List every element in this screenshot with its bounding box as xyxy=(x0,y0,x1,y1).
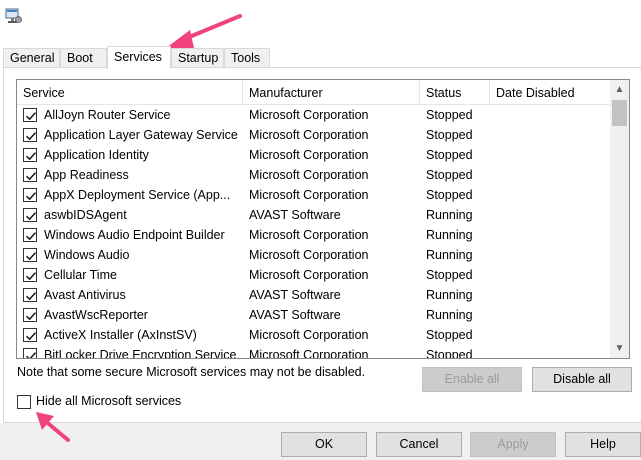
service-manufacturer: Microsoft Corporation xyxy=(249,188,369,202)
column-header-manufacturer[interactable]: Manufacturer xyxy=(243,80,420,105)
service-rows: AllJoyn Router Service Microsoft Corporat… xyxy=(17,105,610,359)
service-status: Running xyxy=(426,288,473,302)
service-manufacturer: Microsoft Corporation xyxy=(249,128,369,142)
cancel-button[interactable]: Cancel xyxy=(376,432,462,457)
service-manufacturer: Microsoft Corporation xyxy=(249,348,369,359)
service-status: Stopped xyxy=(426,168,473,182)
service-checkbox[interactable] xyxy=(23,328,37,342)
service-name: Application Identity xyxy=(44,148,149,162)
vertical-scrollbar[interactable]: ▲ ▼ xyxy=(610,80,629,358)
service-name: AppX Deployment Service (App... xyxy=(44,188,231,202)
service-row[interactable]: Cellular Time Microsoft Corporation Stoppe… xyxy=(17,265,610,285)
service-status: Running xyxy=(426,208,473,222)
scrollbar-thumb[interactable] xyxy=(612,100,627,126)
service-row[interactable]: Windows Audio Endpoint Builder Microsoft … xyxy=(17,225,610,245)
service-row[interactable]: Windows Audio Microsoft Corporation Runnin… xyxy=(17,245,610,265)
list-header: Service Manufacturer Status Date Disable… xyxy=(17,80,610,105)
tab-general[interactable]: General xyxy=(3,48,60,68)
services-list[interactable]: Service Manufacturer Status Date Disable… xyxy=(16,79,630,359)
chevron-down-icon[interactable]: ▼ xyxy=(610,339,629,358)
service-manufacturer: AVAST Software xyxy=(249,308,341,322)
enable-all-button[interactable]: Enable all xyxy=(422,367,522,392)
service-checkbox[interactable] xyxy=(23,248,37,262)
service-checkbox[interactable] xyxy=(23,148,37,162)
service-checkbox[interactable] xyxy=(23,308,37,322)
tab-boot[interactable]: Boot xyxy=(60,48,107,68)
service-name: Windows Audio xyxy=(44,248,130,262)
service-manufacturer: AVAST Software xyxy=(249,288,341,302)
column-header-service[interactable]: Service xyxy=(17,80,243,105)
secure-services-note: Note that some secure Microsoft services… xyxy=(17,365,366,379)
service-manufacturer: Microsoft Corporation xyxy=(249,148,369,162)
service-status: Stopped xyxy=(426,328,473,342)
tab-services[interactable]: Services xyxy=(107,46,171,69)
service-name: AllJoyn Router Service xyxy=(44,108,171,122)
help-button[interactable]: Help xyxy=(565,432,641,457)
arrow-annotation-icon xyxy=(166,14,242,48)
hide-microsoft-services-label: Hide all Microsoft services xyxy=(36,394,182,408)
service-name: AvastWscReporter xyxy=(44,308,148,322)
service-checkbox[interactable] xyxy=(23,168,37,182)
service-checkbox[interactable] xyxy=(23,268,37,282)
service-checkbox[interactable] xyxy=(23,128,37,142)
service-checkbox[interactable] xyxy=(23,188,37,202)
service-checkbox[interactable] xyxy=(23,228,37,242)
service-checkbox[interactable] xyxy=(23,108,37,122)
service-status: Running xyxy=(426,228,473,242)
service-name: Windows Audio Endpoint Builder xyxy=(44,228,225,242)
chevron-up-icon[interactable]: ▲ xyxy=(610,80,629,99)
arrow-annotation-icon xyxy=(36,412,70,442)
dialog-footer: OK Cancel Apply Help xyxy=(0,423,641,460)
service-row[interactable]: ActiveX Installer (AxInstSV) Microsoft Co… xyxy=(17,325,610,345)
title-bar xyxy=(0,0,641,38)
service-checkbox[interactable] xyxy=(23,208,37,222)
service-name: Cellular Time xyxy=(44,268,117,282)
ok-button[interactable]: OK xyxy=(281,432,367,457)
system-configuration-icon xyxy=(5,8,22,23)
service-status: Stopped xyxy=(426,128,473,142)
service-manufacturer: Microsoft Corporation xyxy=(249,108,369,122)
apply-button[interactable]: Apply xyxy=(470,432,556,457)
service-name: BitLocker Drive Encryption Service xyxy=(44,348,237,359)
service-row[interactable]: Application Layer Gateway Service Microso… xyxy=(17,125,610,145)
service-manufacturer: Microsoft Corporation xyxy=(249,228,369,242)
service-manufacturer: AVAST Software xyxy=(249,208,341,222)
service-manufacturer: Microsoft Corporation xyxy=(249,248,369,262)
service-name: ActiveX Installer (AxInstSV) xyxy=(44,328,197,342)
service-checkbox[interactable] xyxy=(23,348,37,358)
service-status: Stopped xyxy=(426,348,473,359)
column-header-status[interactable]: Status xyxy=(420,80,490,105)
service-name: aswbIDSAgent xyxy=(44,208,127,222)
service-row[interactable]: AppX Deployment Service (App... Microsoft… xyxy=(17,185,610,205)
service-status: Stopped xyxy=(426,188,473,202)
service-status: Running xyxy=(426,248,473,262)
service-status: Stopped xyxy=(426,148,473,162)
service-row[interactable]: App Readiness Microsoft Corporation Stoppe… xyxy=(17,165,610,185)
service-checkbox[interactable] xyxy=(23,288,37,302)
service-manufacturer: Microsoft Corporation xyxy=(249,268,369,282)
service-status: Stopped xyxy=(426,268,473,282)
service-row[interactable]: AllJoyn Router Service Microsoft Corporat… xyxy=(17,105,610,125)
service-manufacturer: Microsoft Corporation xyxy=(249,328,369,342)
service-row[interactable]: Application Identity Microsoft Corporatio… xyxy=(17,145,610,165)
column-header-date-disabled[interactable]: Date Disabled xyxy=(490,80,610,105)
disable-all-button[interactable]: Disable all xyxy=(532,367,632,392)
service-name: App Readiness xyxy=(44,168,129,182)
service-row[interactable]: AvastWscReporter AVAST Software Running xyxy=(17,305,610,325)
hide-microsoft-services-checkbox[interactable] xyxy=(17,395,31,409)
service-status: Running xyxy=(426,308,473,322)
service-manufacturer: Microsoft Corporation xyxy=(249,168,369,182)
service-name: Avast Antivirus xyxy=(44,288,126,302)
service-name: Application Layer Gateway Service xyxy=(44,128,238,142)
service-status: Stopped xyxy=(426,108,473,122)
service-row[interactable]: BitLocker Drive Encryption Service Micros… xyxy=(17,345,610,359)
service-row[interactable]: Avast Antivirus AVAST Software Running xyxy=(17,285,610,305)
service-row[interactable]: aswbIDSAgent AVAST Software Running xyxy=(17,205,610,225)
